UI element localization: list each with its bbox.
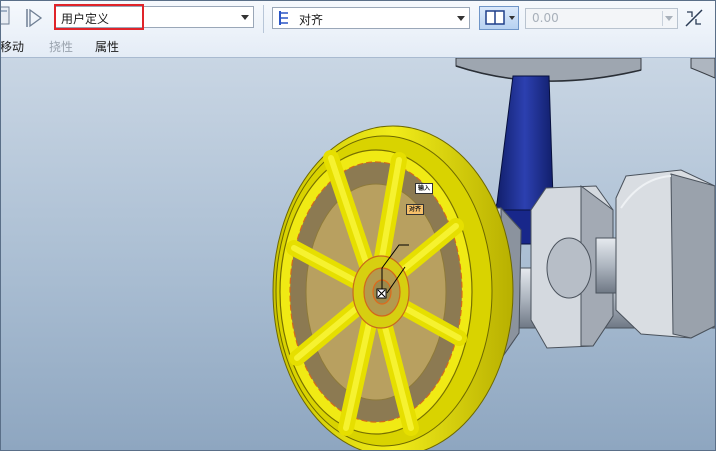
chevron-down-icon[interactable] [665,16,673,21]
offset-placeholder: 0.00 [532,11,559,25]
graphics-window[interactable]: 输入 对齐 [1,58,715,450]
split-view-icon [485,10,505,29]
chevron-down-icon[interactable] [457,16,465,21]
flip-constraint-icon[interactable] [684,8,704,31]
offset-dropdown-divider [662,11,663,26]
split-view-button[interactable] [479,6,519,30]
constraint-type-value: 对齐 [299,13,324,27]
assembly-window: 用户定义 对齐 0.00 移动 挠性 属性 输入 对齐 [0,0,716,451]
chevron-down-icon[interactable] [241,15,249,20]
assembly-model[interactable] [1,58,715,450]
tab-move[interactable]: 移动 [1,38,24,55]
tab-flexibility[interactable]: 挠性 [49,38,73,55]
constraint-type-dropdown[interactable]: 对齐 [272,7,470,29]
chevron-down-icon[interactable] [509,16,515,20]
label-input: 输入 [415,183,434,194]
offset-input[interactable]: 0.00 [525,8,678,29]
flywheel[interactable] [272,125,514,450]
placement-icon[interactable] [1,5,13,30]
upper-disc[interactable] [455,58,715,82]
constraint-type-icon [277,10,291,29]
toolbar-separator [263,5,264,33]
flip-arrow-icon[interactable] [24,7,44,32]
tab-properties[interactable]: 属性 [95,38,119,55]
placement-dashboard: 用户定义 对齐 0.00 移动 挠性 属性 [1,1,715,58]
highlight-box [54,4,144,30]
label-align: 对齐 [406,204,425,215]
